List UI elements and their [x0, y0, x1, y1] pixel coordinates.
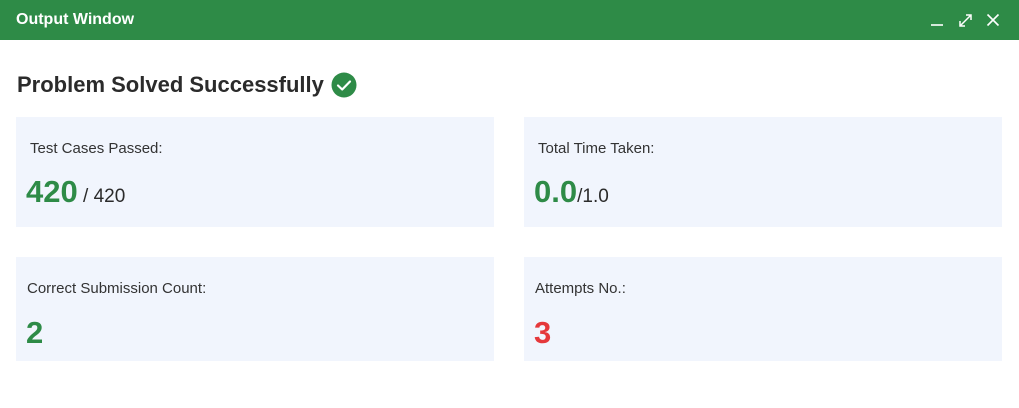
attempts-value: 3	[534, 315, 552, 350]
test-cases-card: Test Cases Passed: 420 / 420	[16, 117, 494, 227]
test-cases-passed-value: 420	[26, 174, 78, 209]
time-taken-card: Total Time Taken: 0.0 /1.0	[524, 117, 1002, 227]
window-title: Output Window	[16, 11, 135, 28]
maximize-icon[interactable]	[957, 12, 973, 28]
time-taken-label: Total Time Taken:	[538, 140, 655, 157]
attempts-label: Attempts No.:	[535, 280, 626, 297]
window-titlebar: Output Window	[0, 0, 1019, 40]
test-cases-total-value: / 420	[77, 186, 126, 207]
time-taken-value: 0.0	[534, 174, 578, 209]
result-heading: Problem Solved Successfully	[17, 72, 324, 97]
test-cases-label: Test Cases Passed:	[30, 140, 163, 157]
minimize-icon[interactable]	[929, 12, 945, 28]
correct-submission-card: Correct Submission Count: 2	[16, 257, 494, 361]
attempts-card: Attempts No.: 3	[524, 257, 1002, 361]
time-limit-value: /1.0	[577, 186, 609, 207]
correct-submission-value-row: 2	[26, 315, 43, 351]
correct-submission-value: 2	[26, 315, 44, 350]
test-cases-value-row: 420 / 420	[26, 174, 125, 210]
time-taken-value-row: 0.0 /1.0	[534, 174, 609, 210]
result-heading-row: Problem Solved Successfully	[17, 72, 357, 98]
window-controls	[929, 12, 1001, 28]
correct-submission-label: Correct Submission Count:	[27, 280, 207, 297]
attempts-value-row: 3	[534, 315, 551, 351]
check-circle-icon	[331, 72, 357, 98]
output-window: Output Window Problem Solved Successfull…	[0, 0, 1019, 408]
close-icon[interactable]	[985, 12, 1001, 28]
